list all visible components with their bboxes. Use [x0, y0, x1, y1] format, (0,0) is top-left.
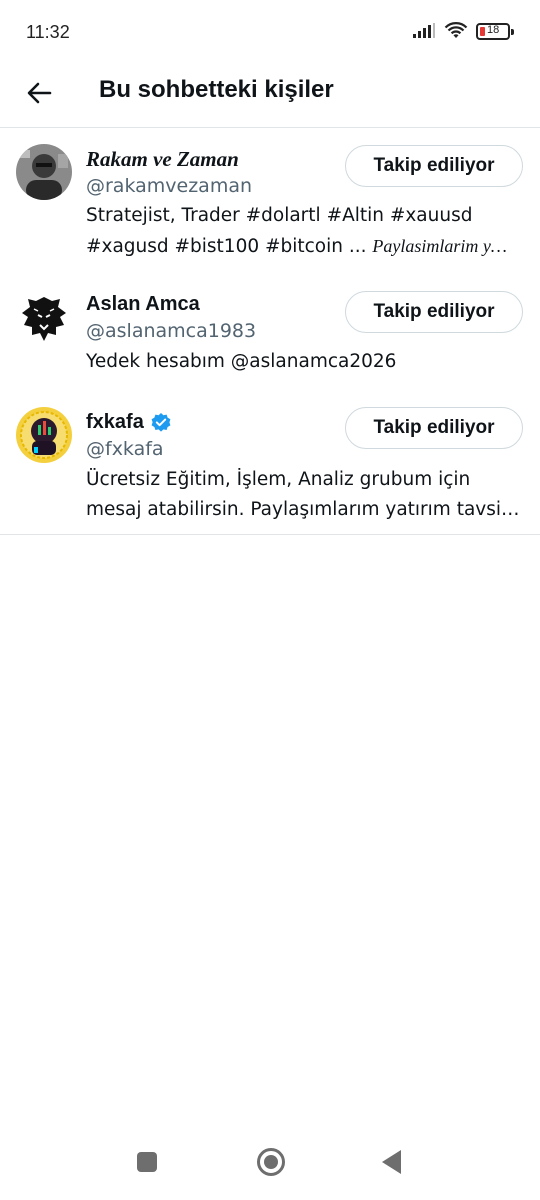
page-title: Bu sohbetteki kişiler — [99, 76, 334, 103]
following-button[interactable]: Takip ediliyor — [345, 291, 523, 333]
display-name[interactable]: Rakam ve Zaman — [86, 147, 239, 172]
list-item[interactable]: Rakam ve Zaman @rakamvezaman Stratejist,… — [0, 129, 540, 274]
name-row: Rakam ve Zaman — [86, 147, 239, 172]
user-handle[interactable]: @aslanamca1983 — [86, 320, 256, 342]
user-bio: Stratejist, Trader #dolartl #Altin #xauu… — [86, 205, 507, 257]
user-handle[interactable]: @fxkafa — [86, 438, 164, 460]
arrow-left-icon — [27, 82, 52, 104]
display-name[interactable]: Aslan Amca — [86, 293, 200, 316]
battery-icon: 18 — [476, 22, 514, 40]
list-item[interactable]: fxkafa @fxkafa Ücretsiz Eğitim, İşlem, A… — [0, 390, 540, 534]
avatar-illustration — [16, 407, 72, 463]
recents-icon[interactable] — [137, 1152, 157, 1172]
status-icons: 18 — [412, 22, 514, 40]
people-list: Rakam ve Zaman @rakamvezaman Stratejist,… — [0, 129, 540, 535]
status-time: 11:32 — [26, 22, 70, 42]
following-button[interactable]: Takip ediliyor — [345, 407, 523, 449]
avatar[interactable] — [16, 407, 72, 463]
list-item[interactable]: Aslan Amca @aslanamca1983 Yedek hesabım … — [0, 274, 540, 390]
battery-level: 18 — [487, 23, 500, 36]
display-name[interactable]: fxkafa — [86, 411, 144, 434]
following-button[interactable]: Takip ediliyor — [345, 145, 523, 187]
avatar-photo — [16, 144, 72, 200]
user-bio: Ücretsiz Eğitim, İşlem, Analiz grubum iç… — [86, 469, 520, 520]
name-row: Aslan Amca — [86, 293, 200, 316]
back-triangle-icon[interactable] — [382, 1150, 401, 1174]
header: Bu sohbetteki kişiler — [0, 68, 540, 128]
verified-badge-icon — [151, 412, 171, 432]
user-handle[interactable]: @rakamvezaman — [86, 175, 252, 197]
system-nav-bar — [0, 1134, 540, 1200]
user-bio: Yedek hesabım @aslanamca2026 — [86, 351, 397, 372]
lion-logo-icon — [16, 291, 72, 347]
status-bar: 11:32 18 — [0, 0, 540, 68]
avatar[interactable] — [16, 144, 72, 200]
name-row: fxkafa — [86, 411, 172, 434]
back-button[interactable] — [22, 76, 56, 110]
home-icon[interactable] — [257, 1148, 285, 1176]
avatar[interactable] — [16, 291, 72, 347]
wifi-icon — [444, 22, 468, 38]
signal-icon — [413, 23, 435, 38]
